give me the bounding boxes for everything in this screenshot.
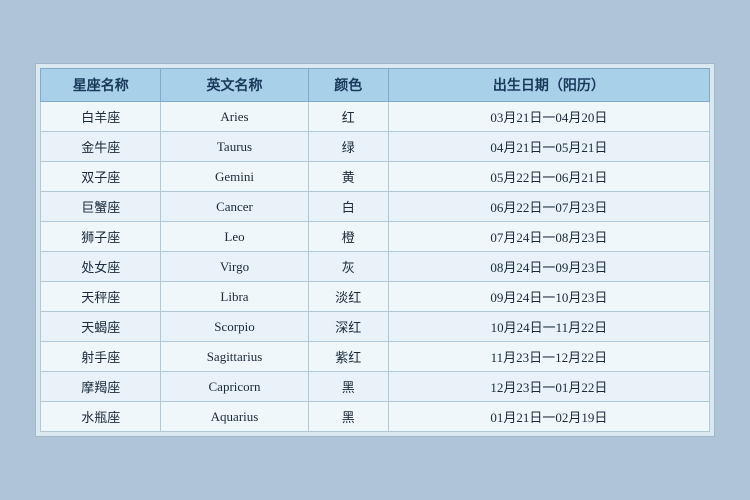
header-chinese: 星座名称 [41,69,161,102]
table-row: 水瓶座Aquarius黑01月21日一02月19日 [41,402,710,432]
cell-english: Aries [161,102,308,132]
cell-date: 08月24日一09月23日 [388,252,709,282]
cell-date: 12月23日一01月22日 [388,372,709,402]
cell-chinese: 水瓶座 [41,402,161,432]
cell-date: 01月21日一02月19日 [388,402,709,432]
cell-color: 黑 [308,402,388,432]
cell-color: 白 [308,192,388,222]
cell-english: Virgo [161,252,308,282]
table-row: 狮子座Leo橙07月24日一08月23日 [41,222,710,252]
zodiac-table-container: 星座名称 英文名称 颜色 出生日期（阳历） 白羊座Aries红03月21日一04… [35,63,715,437]
cell-chinese: 双子座 [41,162,161,192]
cell-chinese: 巨蟹座 [41,192,161,222]
cell-chinese: 射手座 [41,342,161,372]
table-row: 金牛座Taurus绿04月21日一05月21日 [41,132,710,162]
cell-english: Scorpio [161,312,308,342]
header-english: 英文名称 [161,69,308,102]
table-row: 摩羯座Capricorn黑12月23日一01月22日 [41,372,710,402]
table-row: 射手座Sagittarius紫红11月23日一12月22日 [41,342,710,372]
cell-chinese: 白羊座 [41,102,161,132]
table-row: 天蝎座Scorpio深红10月24日一11月22日 [41,312,710,342]
cell-color: 黄 [308,162,388,192]
cell-chinese: 金牛座 [41,132,161,162]
cell-date: 06月22日一07月23日 [388,192,709,222]
cell-date: 10月24日一11月22日 [388,312,709,342]
cell-chinese: 天蝎座 [41,312,161,342]
cell-color: 紫红 [308,342,388,372]
table-row: 白羊座Aries红03月21日一04月20日 [41,102,710,132]
header-date: 出生日期（阳历） [388,69,709,102]
cell-color: 红 [308,102,388,132]
cell-chinese: 天秤座 [41,282,161,312]
cell-english: Libra [161,282,308,312]
cell-chinese: 处女座 [41,252,161,282]
cell-english: Taurus [161,132,308,162]
cell-color: 橙 [308,222,388,252]
table-row: 天秤座Libra淡红09月24日一10月23日 [41,282,710,312]
table-row: 处女座Virgo灰08月24日一09月23日 [41,252,710,282]
cell-date: 07月24日一08月23日 [388,222,709,252]
cell-date: 05月22日一06月21日 [388,162,709,192]
table-row: 双子座Gemini黄05月22日一06月21日 [41,162,710,192]
cell-chinese: 摩羯座 [41,372,161,402]
cell-color: 深红 [308,312,388,342]
header-color: 颜色 [308,69,388,102]
cell-date: 03月21日一04月20日 [388,102,709,132]
cell-color: 黑 [308,372,388,402]
table-row: 巨蟹座Cancer白06月22日一07月23日 [41,192,710,222]
cell-color: 绿 [308,132,388,162]
cell-english: Capricorn [161,372,308,402]
cell-color: 淡红 [308,282,388,312]
cell-color: 灰 [308,252,388,282]
cell-date: 09月24日一10月23日 [388,282,709,312]
cell-english: Gemini [161,162,308,192]
cell-date: 11月23日一12月22日 [388,342,709,372]
zodiac-table: 星座名称 英文名称 颜色 出生日期（阳历） 白羊座Aries红03月21日一04… [40,68,710,432]
cell-date: 04月21日一05月21日 [388,132,709,162]
cell-english: Sagittarius [161,342,308,372]
cell-english: Aquarius [161,402,308,432]
table-header-row: 星座名称 英文名称 颜色 出生日期（阳历） [41,69,710,102]
table-body: 白羊座Aries红03月21日一04月20日金牛座Taurus绿04月21日一0… [41,102,710,432]
cell-english: Leo [161,222,308,252]
cell-english: Cancer [161,192,308,222]
cell-chinese: 狮子座 [41,222,161,252]
